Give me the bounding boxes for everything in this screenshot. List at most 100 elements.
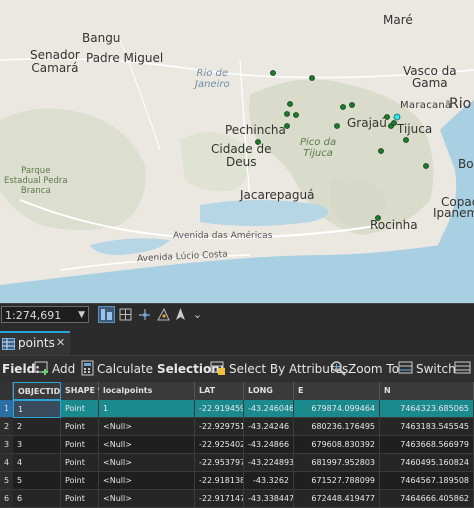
label-rocinha: Rocinha [370,218,418,232]
navigate-icon[interactable] [136,306,153,323]
column-header-objectid[interactable]: OBJECTID * [13,382,67,400]
column-header-shape[interactable]: SHAPE * [61,382,102,400]
cell-long[interactable]: -43.246046 [244,400,294,418]
cell-n[interactable]: 7463668.566979 [380,436,474,454]
label-maracana: Maracanã [400,100,452,111]
label-mare: Maré [383,13,413,27]
zoom-to-button[interactable]: Zoom To [348,362,399,376]
cell-objectid[interactable]: 3 [13,436,61,454]
tab-points[interactable]: points ✕ [0,331,70,355]
table-toolbar: Field: Add Calculate Selection: Select B… [0,355,474,382]
cell-n[interactable]: 7464323.685065 [380,400,474,418]
close-icon[interactable]: ✕ [56,336,65,349]
cell-localpoints[interactable]: <Null> [99,472,195,490]
row-number[interactable]: 5 [0,472,13,490]
cell-long[interactable]: -43.3262 [244,472,294,490]
label-bo: Bo [458,157,474,171]
add-field-icon[interactable] [34,360,50,379]
cell-shape[interactable]: Point [61,490,99,508]
cell-long[interactable]: -43.224893 [244,454,294,472]
cell-objectid[interactable]: 5 [13,472,61,490]
column-header-lat[interactable]: LAT [195,382,244,400]
cell-objectid[interactable]: 4 [13,454,61,472]
chevron-down-icon[interactable]: ⌄ [189,306,206,323]
cell-e[interactable]: 679874.099464 [294,400,380,418]
tab-label: points [18,336,55,350]
table-tab-bar: points ✕ [0,331,474,355]
label-tijuca: Tijuca [397,122,433,136]
cell-objectid[interactable]: 2 [13,418,61,436]
cell-lat[interactable]: -22.953797 [195,454,244,472]
calculator-icon[interactable] [80,360,96,379]
label-bangu: Bangu [82,31,121,45]
cell-shape[interactable]: Point [61,400,99,418]
cell-shape[interactable]: Point [61,436,99,454]
calculate-button[interactable]: Calculate [97,362,153,376]
grid-icon[interactable] [117,306,134,323]
scale-selector[interactable]: 1:274,691 ▼ [1,306,89,323]
cell-e[interactable]: 679608.830392 [294,436,380,454]
cell-long[interactable]: -43.24246 [244,418,294,436]
column-header-localpoints[interactable]: localpoints [99,382,195,400]
select-by-attributes-icon[interactable] [210,360,226,379]
cell-n[interactable]: 7464666.405862 [380,490,474,508]
attribute-table[interactable]: OBJECTID * SHAPE * localpoints LAT LONG … [0,382,474,508]
cell-long[interactable]: -43.338447 [244,490,294,508]
zoom-to-icon[interactable] [330,360,346,379]
cell-lat[interactable]: -22.917147 [195,490,244,508]
add-button[interactable]: Add [52,362,75,376]
fixed-zoom-icon[interactable] [98,306,115,323]
cell-shape[interactable]: Point [61,472,99,490]
cell-shape[interactable]: Point [61,454,99,472]
label-parque-pedra-branca: Parque Estadual Pedra Branca [4,166,68,196]
cell-objectid[interactable]: 6 [13,490,61,508]
cell-lat[interactable]: -22.925402 [195,436,244,454]
row-number[interactable]: 2 [0,418,13,436]
map-status-toolbar: 1:274,691 ▼ ⌄ [0,303,474,326]
column-header-long[interactable]: LONG [244,382,294,400]
scale-value: 1:274,691 [5,309,62,322]
column-header-e[interactable]: E [294,382,380,400]
row-number[interactable]: 3 [0,436,13,454]
cell-n[interactable]: 7463183.545545 [380,418,474,436]
label-avenida-das-americas: Avenida das Américas [173,231,273,241]
cell-lat[interactable]: -22.929751 [195,418,244,436]
snapping-icon[interactable] [155,306,172,323]
row-number[interactable]: 4 [0,454,13,472]
cell-shape[interactable]: Point [61,418,99,436]
north-arrow-icon[interactable] [172,306,189,323]
label-ipanem: Ipanem [433,206,474,220]
switch-selection-icon[interactable] [398,360,414,379]
cell-localpoints[interactable]: <Null> [99,490,195,508]
cell-e[interactable]: 680236.176495 [294,418,380,436]
row-number[interactable]: 1 [0,400,13,418]
row-header-corner [0,382,13,400]
cell-e[interactable]: 681997.952803 [294,454,380,472]
cell-long[interactable]: -43.24866 [244,436,294,454]
label-jacarepagua: Jacarepaguá [240,188,315,202]
cell-localpoints[interactable]: <Null> [99,436,195,454]
column-header-n[interactable]: N [380,382,474,400]
cell-objectid[interactable]: 1 [13,400,61,418]
cell-localpoints[interactable]: <Null> [99,418,195,436]
label-rio: Rio [449,96,472,112]
label-grajau: Grajaú [347,116,387,130]
cell-n[interactable]: 7464567.189508 [380,472,474,490]
chevron-down-icon[interactable]: ▼ [78,307,85,324]
cell-lat[interactable]: -22.918138 [195,472,244,490]
label-vasco-da-gama: Vasco da Gama [403,64,457,90]
cell-e[interactable]: 672448.419477 [294,490,380,508]
cell-localpoints[interactable]: <Null> [99,454,195,472]
map-view[interactable]: Bangu Senador Camará Padre Miguel Rio de… [0,0,474,303]
row-number[interactable]: 6 [0,490,13,508]
cell-e[interactable]: 671527.788099 [294,472,380,490]
clear-selection-icon[interactable] [454,360,472,379]
label-rio-de-janeiro: Rio de Janeiro [195,68,230,90]
cell-n[interactable]: 7460495.160824 [380,454,474,472]
switch-selection-button[interactable]: Switch [416,362,456,376]
label-senador-camara: Senador Camará [30,48,80,75]
cell-lat[interactable]: -22.919459 [195,400,244,418]
cell-localpoints[interactable]: 1 [99,400,195,418]
table-icon [2,338,15,350]
label-padre-miguel: Padre Miguel [86,51,164,65]
